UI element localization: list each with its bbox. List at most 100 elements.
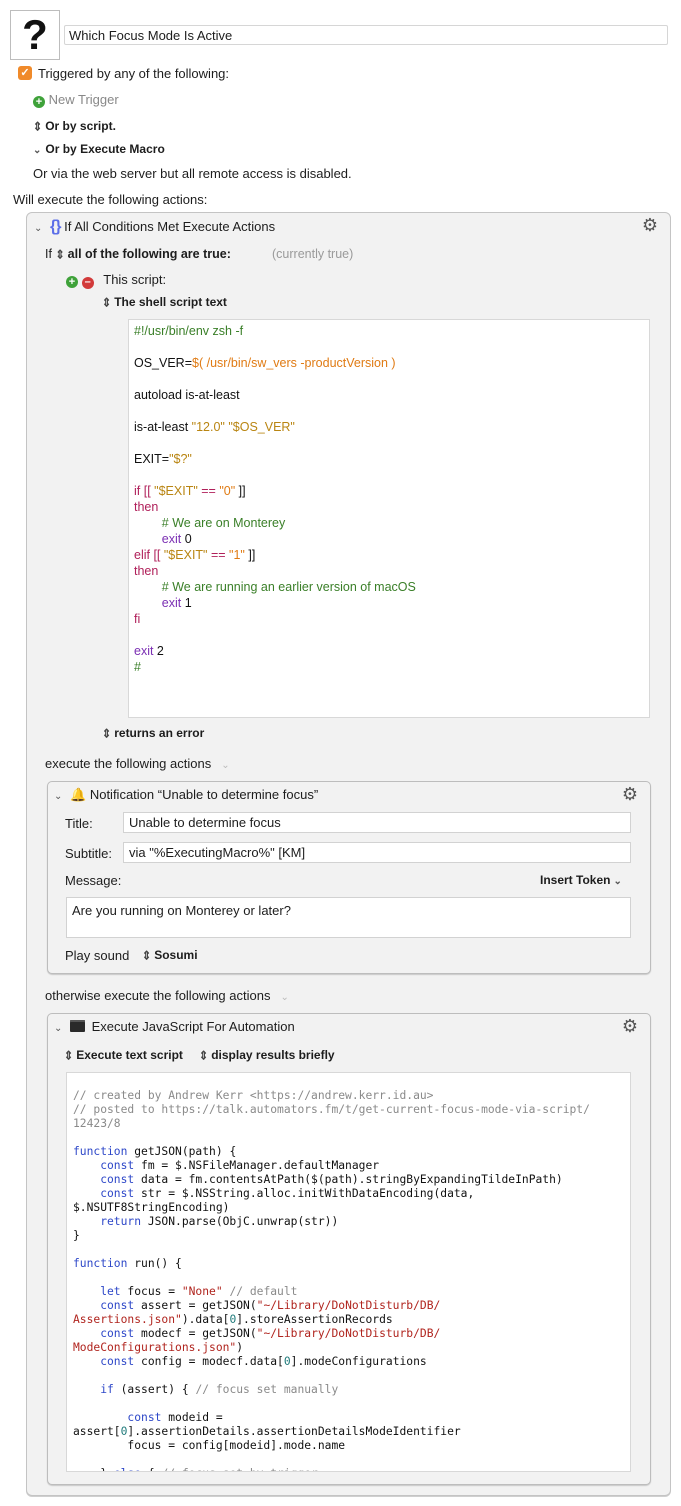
shell-code-line: then	[134, 564, 159, 578]
up-down-chevron-icon: ⇕	[102, 727, 112, 741]
if-action-title: If All Conditions Met Execute Actions	[64, 219, 276, 234]
subtitle-label: Subtitle:	[65, 846, 112, 861]
or-by-script-toggle[interactable]: ⇕ Or by script.	[33, 119, 116, 134]
condition-row: If ⇕ all of the following are true:	[45, 247, 231, 262]
triggered-checkbox[interactable]: ✓	[18, 66, 32, 80]
current-state: (currently true)	[272, 247, 354, 261]
result-condition-popup[interactable]: ⇕ returns an error	[102, 726, 204, 741]
jxa-code-line: // created by Andrew Kerr <https://andre…	[73, 1089, 434, 1102]
jxa-code-line: const modecf = getJSON("~/Library/DoNotD…	[73, 1327, 441, 1340]
condition-mode-popup[interactable]: ⇕ all of the following are true:	[55, 247, 230, 262]
jxa-code-line: }	[73, 1229, 80, 1242]
chevron-down-icon[interactable]: ⌄	[34, 223, 42, 234]
if-action-header[interactable]: ⌄ {} If All Conditions Met Execute Actio…	[34, 218, 275, 236]
jxa-code-line: if (assert) { // focus set manually	[73, 1383, 339, 1396]
jxa-code-line	[73, 1397, 630, 1411]
web-server-note: Or via the web server but all remote acc…	[33, 166, 352, 181]
jxa-action-header[interactable]: ⌄ Execute JavaScript For Automation	[54, 1019, 295, 1034]
shell-code-line: OS_VER=$( /usr/bin/sw_vers -productVersi…	[134, 356, 396, 370]
new-trigger-button[interactable]: + New Trigger	[33, 92, 119, 108]
shell-code-line: #	[134, 660, 141, 674]
shell-code-line: exit 2	[134, 644, 164, 658]
or-by-script-label: Or by script.	[45, 119, 116, 133]
up-down-chevron-icon: ⇕	[102, 296, 112, 310]
jxa-title: Execute JavaScript For Automation	[91, 1019, 295, 1034]
plus-circle-icon: +	[33, 96, 45, 108]
script-source-option[interactable]: ⇕ Execute text script	[64, 1048, 183, 1063]
script-source-popup[interactable]: ⇕ The shell script text	[102, 295, 227, 310]
triggered-label: Triggered by any of the following:	[38, 66, 230, 81]
checkmark-icon: ✓	[20, 67, 30, 79]
chevron-down-icon: ⌄	[613, 876, 622, 887]
shell-code-line: autoload is-at-least	[134, 388, 240, 402]
jxa-code-line: } else { // focus set by trigger	[73, 1467, 630, 1471]
results-option[interactable]: ⇕ display results briefly	[199, 1048, 335, 1063]
terminal-icon	[70, 1020, 86, 1032]
or-by-execute-macro-label: Or by Execute Macro	[45, 142, 165, 156]
shell-code-line: exit 0	[134, 532, 192, 546]
shell-code-line: # We are running an earlier version of m…	[134, 580, 416, 594]
chevron-down-icon[interactable]: ⌄	[54, 791, 62, 802]
subtitle-field[interactable]: via "%ExecutingMacro%" [KM]	[123, 842, 631, 863]
jxa-code-line: function run() {	[73, 1257, 182, 1270]
play-sound-label: Play sound	[65, 948, 130, 963]
shell-code-line: EXIT="$?"	[134, 452, 192, 466]
jxa-code-line: const config = modecf.data[0].modeConfig…	[73, 1355, 427, 1368]
jxa-code-line: $.NSUTF8StringEncoding)	[73, 1201, 230, 1214]
shell-code-line	[134, 339, 649, 355]
jxa-code-line: assert[0].assertionDetails.assertionDeta…	[73, 1425, 461, 1438]
jxa-code-line	[73, 1453, 630, 1467]
gear-clock-icon[interactable]: ⚙	[621, 1017, 639, 1035]
message-label: Message:	[65, 873, 122, 888]
remove-condition-button[interactable]: –	[81, 277, 94, 289]
shell-code-line: elif [[ "$EXIT" == "1" ]]	[134, 548, 256, 562]
title-label: Title:	[65, 816, 93, 831]
condition-label: This script:	[103, 272, 167, 287]
jxa-code-line	[73, 1243, 630, 1257]
jxa-code-line	[73, 1131, 630, 1145]
insert-token-button[interactable]: Insert Token ⌄	[540, 873, 626, 887]
gear-clock-icon[interactable]: ⚙	[641, 216, 659, 234]
shell-code-line	[134, 371, 649, 387]
jxa-code-line	[73, 1271, 630, 1285]
chevron-down-icon[interactable]: ⌄	[54, 1023, 62, 1034]
jxa-code-line: const data = fm.contentsAtPath($(path).s…	[73, 1173, 563, 1186]
jxa-code-line: let focus = "None" // default	[73, 1285, 298, 1298]
shell-code-line: if [[ "$EXIT" == "0" ]]	[134, 484, 246, 498]
add-condition-button[interactable]: +	[66, 276, 78, 288]
condition-item: + – This script:	[66, 272, 166, 289]
notification-action-header[interactable]: ⌄ 🔔 Notification “Unable to determine fo…	[54, 787, 318, 803]
macro-name-field[interactable]: Which Focus Mode Is Active	[64, 25, 668, 45]
up-down-chevron-icon: ⇕	[33, 120, 43, 134]
or-by-execute-macro-toggle[interactable]: ⌄ Or by Execute Macro	[33, 142, 165, 156]
up-down-chevron-icon: ⇕	[199, 1049, 209, 1063]
jxa-code-line: const modeid =	[73, 1411, 223, 1424]
jxa-code-line: // posted to https://talk.automators.fm/…	[73, 1103, 590, 1116]
shell-script-editor[interactable]: #!/usr/bin/env zsh -f OS_VER=$( /usr/bin…	[128, 319, 650, 718]
jxa-code-line: Assertions.json").data[0].storeAssertion…	[73, 1313, 393, 1326]
shell-code-line: exit 1	[134, 596, 192, 610]
then-actions-label[interactable]: execute the following actions ⌄	[45, 756, 234, 771]
up-down-chevron-icon: ⇕	[142, 949, 152, 963]
curly-braces-icon: {}	[50, 218, 61, 235]
gear-icon[interactable]: ⚙	[621, 785, 639, 803]
jxa-code-line: ModeConfigurations.json")	[73, 1341, 244, 1354]
jxa-code-line: focus = config[modeid].mode.name	[73, 1439, 346, 1452]
up-down-chevron-icon: ⇕	[64, 1049, 74, 1063]
sound-popup[interactable]: ⇕ Sosumi	[142, 948, 198, 963]
shell-code-line	[134, 467, 649, 483]
jxa-code-editor[interactable]: // created by Andrew Kerr <https://andre…	[66, 1072, 631, 1472]
jxa-code-line: 12423/8	[73, 1117, 121, 1130]
chevron-down-icon: ⌄	[221, 760, 230, 771]
title-field[interactable]: Unable to determine focus	[123, 812, 631, 833]
message-field[interactable]: Are you running on Monterey or later?	[66, 897, 631, 938]
bell-icon: 🔔	[70, 787, 87, 802]
shell-code-line	[134, 627, 649, 643]
shell-code-line: #!/usr/bin/env zsh -f	[134, 324, 244, 338]
shell-code-line	[134, 403, 649, 419]
actions-heading: Will execute the following actions:	[13, 192, 208, 207]
new-trigger-label: New Trigger	[48, 92, 119, 107]
else-actions-label[interactable]: otherwise execute the following actions ⌄	[45, 988, 293, 1003]
shell-code-line: # We are on Monterey	[134, 516, 286, 530]
macro-icon-well[interactable]: ?	[10, 10, 60, 60]
